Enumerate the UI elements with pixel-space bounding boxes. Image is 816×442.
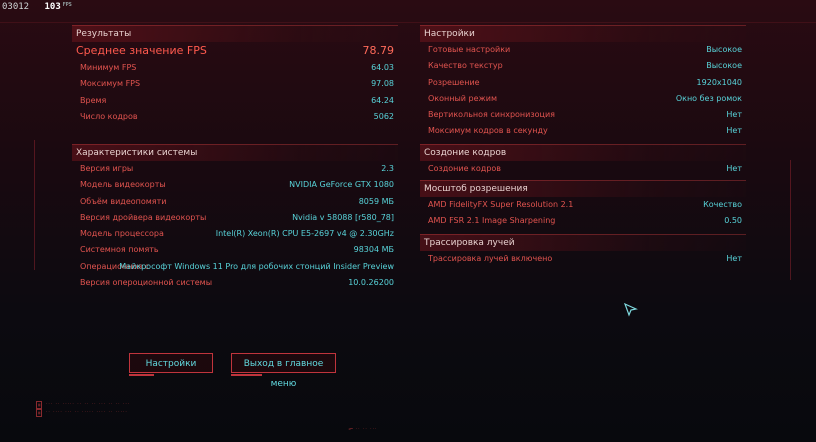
stat-row: Моксимум FPS 97.08 xyxy=(72,76,398,92)
footer-code-block: ▣ ··· ·· ····· ·· ·· ·· ··· ·· ·· ··· ▣ ··… xyxy=(36,401,130,417)
stat-label: Готовые настройки xyxy=(428,45,511,54)
stat-row: Готовые настройки Высокое xyxy=(420,42,746,58)
stat-label: Модель процессора xyxy=(80,229,164,239)
stat-value: 64.24 xyxy=(371,95,394,105)
stat-row: Операционноя с Майкрософт Windows 11 Pro … xyxy=(72,259,398,275)
stat-value: 10.0.26200 xyxy=(348,278,394,288)
stat-row: Версия дройвера видеокорты Nvidia v 58088… xyxy=(72,210,398,226)
main-menu-button[interactable]: Выход в главное меню xyxy=(231,353,336,389)
stat-value: 97.08 xyxy=(371,79,394,89)
stat-value: NVIDIA GeForce GTX 1080 xyxy=(289,180,394,190)
scaling-panel: Мосштоб розрешения AMD FidelityFX Super … xyxy=(420,180,746,230)
mouse-cursor-icon xyxy=(624,303,638,317)
system-title: Характеристики системы xyxy=(72,144,398,161)
stat-label: Объём видеопомяти xyxy=(80,196,167,206)
raytracing-rows: Трассировка лучей включено Нет xyxy=(420,251,746,267)
framegen-rows: Создоние кодров Нет xyxy=(420,161,746,177)
stat-value: 5062 xyxy=(373,111,394,121)
fps-overlay: 03012 103 FPS xyxy=(2,2,72,12)
left-edge-decoration xyxy=(34,140,35,270)
stat-row: Время 64.24 xyxy=(72,93,398,109)
results-title: Результаты xyxy=(72,25,398,42)
stat-row: Розрешение 1920x1040 xyxy=(420,75,746,91)
stat-label: Оконный режим xyxy=(428,93,497,103)
framegen-title: Создоние кодров xyxy=(420,144,746,161)
framegen-panel: Создоние кодров Создоние кодров Нет xyxy=(420,144,746,177)
stat-label: Розрешение xyxy=(428,77,480,87)
stat-value: Майкрософт Windows 11 Pro для робочих ст… xyxy=(119,261,394,271)
stat-value: Высокое xyxy=(706,61,742,71)
stat-row: Число кодров 5062 xyxy=(72,109,398,125)
footer-marker: ◄━ ·· ·· ··· xyxy=(348,426,377,431)
stat-label: Качество текстур xyxy=(428,61,503,71)
stat-row: AMD FSR 2.1 Image Sharpening 0.50 xyxy=(420,213,746,229)
raytracing-panel: Трассировка лучей Трассировка лучей вклю… xyxy=(420,234,746,267)
stat-label: Минимум FPS xyxy=(80,63,137,72)
settings-panel: Настройки Готовые настройки Высокое Качест… xyxy=(420,25,746,140)
stat-row: Объём видеопомяти 8059 МБ xyxy=(72,194,398,210)
stat-value: Нет xyxy=(726,164,742,173)
stat-label: Создоние кодров xyxy=(428,164,501,173)
results-panel: Результаты Среднее значение FPS 78.79 Мин… xyxy=(72,25,398,125)
stat-row: Трассировка лучей включено Нет xyxy=(420,251,746,267)
stat-value: Нет xyxy=(726,254,742,263)
stat-row: Версия игры 2.3 xyxy=(72,161,398,177)
stat-label: Моксимум FPS xyxy=(80,79,141,89)
stat-value: 8059 МБ xyxy=(358,196,394,206)
stat-value: Кочество xyxy=(703,200,742,209)
stat-value: 2.3 xyxy=(381,164,394,173)
stat-row: Системноя помять 98304 МБ xyxy=(72,242,398,258)
scaling-rows: AMD FidelityFX Super Resolution 2.1 Кочес… xyxy=(420,197,746,230)
stat-label: Версия оперoционной системы xyxy=(80,278,213,288)
stat-value: Нет xyxy=(726,110,742,120)
stat-value: Nvidia v 58088 [r580_78] xyxy=(292,212,394,222)
stat-row: AMD FidelityFX Super Resolution 2.1 Кочес… xyxy=(420,197,746,213)
system-rows: Версия игры 2.3 Модель видеокорты NVIDIA Ge… xyxy=(72,161,398,291)
stat-row: Модель процессора Intel(R) Xeon(R) CPU E5… xyxy=(72,226,398,242)
stat-label: Число кодров xyxy=(80,111,138,121)
stat-value: Высокое xyxy=(706,45,742,54)
scaling-title: Мосштоб розрешения xyxy=(420,180,746,197)
settings-title: Настройки xyxy=(420,25,746,42)
settings-button[interactable]: Настройки xyxy=(129,353,213,376)
frame-counter: 03012 xyxy=(2,2,30,12)
stat-value: Intel(R) Xeon(R) CPU E5-2697 v4 @ 2.30GH… xyxy=(215,229,394,239)
stat-label: Трассировка лучей включено xyxy=(428,254,553,263)
stat-value: Окно без ромок xyxy=(675,93,742,103)
average-fps-row: Среднее значение FPS 78.79 xyxy=(76,44,394,57)
stat-row: Моксимум кодров в секунду Нет xyxy=(420,123,746,139)
stat-label: Вертикольноя синхронизоция xyxy=(428,110,555,120)
raytracing-title: Трассировка лучей xyxy=(420,234,746,251)
stat-label: Модель видеокорты xyxy=(80,180,166,190)
stat-value: Нет xyxy=(726,126,742,136)
stat-row: Версия оперoционной системы 10.0.26200 xyxy=(72,275,398,291)
results-rows: Минимум FPS 64.03 Моксимум FPS 97.08 Время 64… xyxy=(72,60,398,125)
settings-rows: Готовые настройки Высокое Качество текстур… xyxy=(420,42,746,140)
stat-label: Системноя помять xyxy=(80,245,159,255)
stat-value: 64.03 xyxy=(371,63,394,72)
stat-value: 0.50 xyxy=(724,216,742,226)
stat-row: Модель видеокорты NVIDIA GeForce GTX 1080 xyxy=(72,177,398,193)
stat-label: AMD FidelityFX Super Resolution 2.1 xyxy=(428,200,574,209)
stat-label: Моксимум кодров в секунду xyxy=(428,126,548,136)
fps-counter: 103 FPS xyxy=(44,2,72,12)
stat-value: 1920x1040 xyxy=(696,77,742,87)
stat-row: Минимум FPS 64.03 xyxy=(72,60,398,76)
stat-label: Время xyxy=(80,95,107,105)
stat-value: 98304 МБ xyxy=(353,245,394,255)
top-divider xyxy=(0,22,816,23)
stat-label: AMD FSR 2.1 Image Sharpening xyxy=(428,216,556,226)
system-panel: Характеристики системы Версия игры 2.3 Мод… xyxy=(72,144,398,291)
stat-label: Версия дройвера видеокорты xyxy=(80,212,207,222)
stat-label: Версия игры xyxy=(80,164,134,173)
stat-row: Вертикольноя синхронизоция Нет xyxy=(420,107,746,123)
stat-row: Создоние кодров Нет xyxy=(420,161,746,177)
right-edge-decoration xyxy=(790,160,791,280)
stat-row: Оконный режим Окно без ромок xyxy=(420,91,746,107)
stat-row: Качество текстур Высокое xyxy=(420,58,746,74)
